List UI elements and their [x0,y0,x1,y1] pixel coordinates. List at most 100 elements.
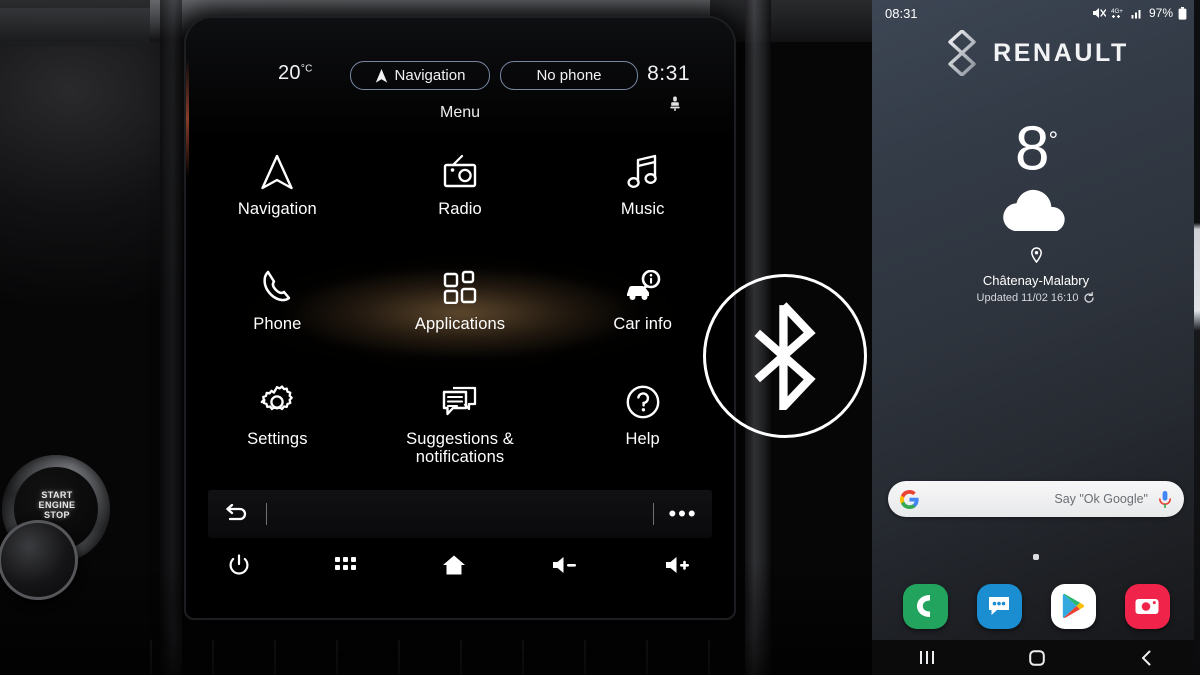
microphone-icon[interactable] [1158,490,1172,509]
signal-bars-icon [1131,10,1141,19]
car-infotainment-screen[interactable]: 20°C Navigation No phone 8:31 Menu Navig… [186,18,734,618]
menu-item-radio[interactable]: Radio [369,148,552,263]
menu-item-label: Applications [414,315,506,333]
renault-brand: RENAULT [872,30,1200,76]
google-g-icon [900,489,919,509]
radio-icon [440,148,480,196]
home-square-icon [1029,649,1046,666]
menu-item-phone[interactable]: Phone [186,263,369,378]
battery-icon [1178,6,1187,20]
start-engine-button[interactable] [0,520,78,600]
back-button[interactable] [1140,650,1153,666]
menu-item-label: Help [625,430,660,448]
menu-item-label: Suggestions & notifications [406,430,514,466]
phone-right-bezel [1194,0,1200,675]
navigation-arrow-icon [260,148,294,196]
menu-item-navigation[interactable]: Navigation [186,148,369,263]
recents-button[interactable] [919,650,935,665]
phone-dock [872,578,1200,634]
camera-app[interactable] [1124,583,1170,629]
weather-temperature: 8° [872,110,1200,181]
apps-dots-icon [335,557,357,570]
bluetooth-badge [703,274,867,438]
start-engine-label: START ENGINE STOP [38,490,76,520]
status-pill-phone[interactable]: No phone [500,61,638,90]
status-pill-phone-label: No phone [536,67,602,84]
menu-item-help[interactable]: Help [551,378,734,493]
speech-bubbles-icon [442,378,478,426]
weather-widget[interactable]: 8° Châtenay-Malabry Updated 11/02 16:10 [872,110,1200,304]
power-icon [229,554,249,575]
outside-temperature: 20°C [278,62,313,85]
back-chevron-icon [1141,650,1151,665]
refresh-icon[interactable] [1083,291,1095,304]
location-pin-icon [1030,246,1042,263]
google-search-bar[interactable]: Say "Ok Google" [888,481,1184,517]
recents-icon [920,651,935,664]
phone-icon [917,595,930,617]
messages-app[interactable] [976,583,1022,629]
home-button[interactable] [1029,649,1046,666]
navigation-arrow-icon [375,68,387,83]
menu-item-applications[interactable]: Applications [369,263,552,378]
status-pill-navigation[interactable]: Navigation [350,61,490,90]
menu-item-label: Settings [247,430,308,448]
home-icon [442,555,465,575]
menu-grid: Navigation Radio Music Phone Application… [186,148,734,493]
weather-temp-value: 8 [1014,114,1049,184]
data-4g-plus-icon: 4G+ [1111,8,1123,18]
menu-item-label: Music [620,200,665,218]
weather-updated-text: Updated 11/02 16:10 [976,291,1079,304]
car-hardware-bar [186,542,734,588]
volume-up-button[interactable] [664,555,692,575]
menu-item-suggestions-notifications[interactable]: Suggestions & notifications [369,378,552,493]
renault-wordmark: RENAULT [993,38,1129,67]
play-store-icon [1062,593,1085,619]
volume-down-button[interactable] [551,555,579,575]
bluetooth-icon [754,302,816,410]
air-vent [0,8,150,46]
menu-row: Phone Applications Car info [186,263,734,378]
weather-location: Châtenay-Malabry [982,272,1090,288]
status-pill-navigation-label: Navigation [394,67,466,84]
cloud-icon [872,187,1200,235]
phone-clock: 08:31 [885,5,918,21]
menu-item-label: Navigation [237,200,317,218]
apps-button[interactable] [335,557,357,573]
power-button[interactable] [228,554,250,576]
messages-icon [989,597,1009,615]
screenshot-root: START ENGINE STOP 20°C Navigation No pho… [0,0,1200,675]
music-note-icon [626,148,660,196]
battery-percent: 97% [1148,6,1173,20]
temperature-unit: °C [300,63,313,75]
phone-screen[interactable]: 08:31 4G+ 97% RENAULT 8° Châtenay-Malabr… [872,0,1200,675]
svg-text:4G+: 4G+ [1111,8,1123,15]
back-arrow-icon[interactable] [208,504,266,524]
phone-status-bar: 08:31 4G+ 97% [872,0,1200,26]
camera-icon [1135,599,1159,614]
renault-diamond-icon [948,30,976,76]
question-mark-icon [625,378,661,426]
phone-status-icons: 4G+ 97% [1092,6,1187,20]
gear-icon [259,378,295,426]
menu-item-label: Car info [613,315,672,333]
more-dots-icon[interactable]: ••• [654,503,712,525]
android-nav-bar [872,640,1200,675]
play-store-app[interactable] [1050,583,1096,629]
menu-item-label: Radio [438,200,482,218]
menu-item-label: Phone [253,315,302,333]
phone-app[interactable] [902,583,948,629]
volume-up-icon [665,557,689,573]
menu-item-settings[interactable]: Settings [186,378,369,493]
menu-row: Navigation Radio Music [186,148,734,263]
menu-item-music[interactable]: Music [551,148,734,263]
taskbar-divider-left [266,503,267,525]
page-title: Menu [439,104,481,121]
car-info-icon [624,263,662,311]
home-button[interactable] [442,554,466,576]
mute-icon [1092,8,1106,18]
google-search-placeholder: Say "Ok Google" [1054,492,1148,506]
volume-down-icon [552,557,576,573]
weather-updated: Updated 11/02 16:10 [872,291,1200,304]
car-clock: 8:31 [647,62,690,85]
